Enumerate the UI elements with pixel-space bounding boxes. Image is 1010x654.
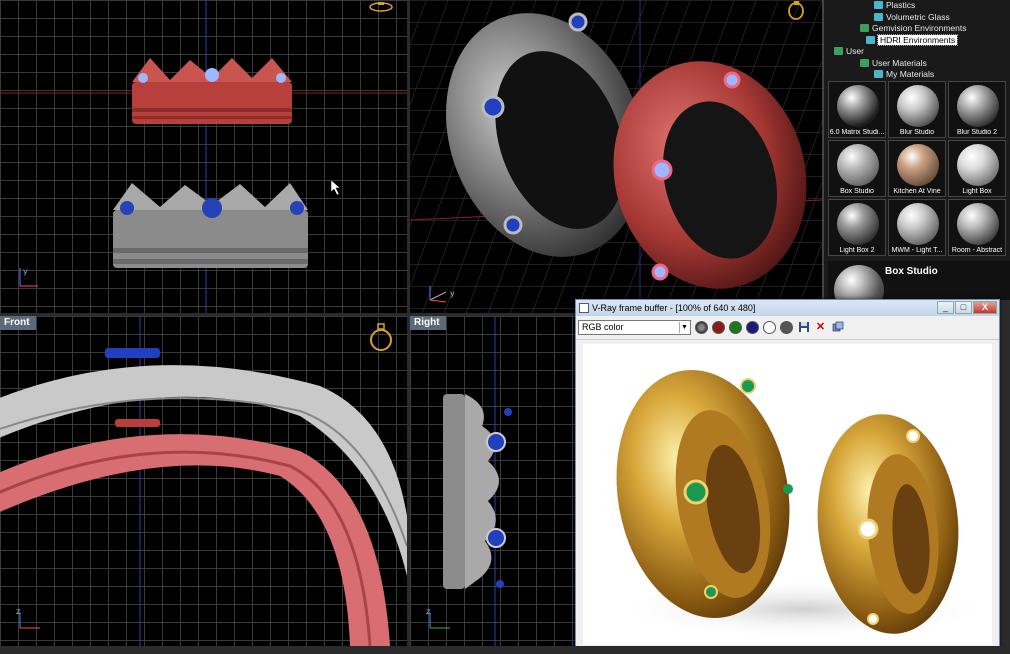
material-swatch[interactable]: Box Studio xyxy=(828,140,886,197)
red-channel-button[interactable] xyxy=(712,321,725,334)
vray-window-title: V-Ray frame buffer - [100% of 640 x 480] xyxy=(592,303,756,313)
chevron-down-icon: ▼ xyxy=(679,322,689,333)
viewport-label-right[interactable]: Right xyxy=(410,316,446,330)
material-preview: Box Studio xyxy=(828,261,1010,300)
viewport-perspective[interactable]: y xyxy=(410,0,822,313)
axis-gizmo-icon: y xyxy=(19,267,38,287)
front-view-scene xyxy=(0,316,407,646)
ring-gizmo-icon[interactable] xyxy=(368,1,394,13)
svg-text:y: y xyxy=(23,267,28,276)
material-swatch[interactable]: Room - Abstract xyxy=(948,199,1006,256)
material-swatch[interactable]: Kitchen At Vine xyxy=(888,140,946,197)
duplicate-icon[interactable] xyxy=(831,321,844,334)
folder-icon xyxy=(834,47,843,55)
folder-icon xyxy=(866,35,875,44)
vray-frame-buffer-window: V-Ray frame buffer - [100% of 640 x 480]… xyxy=(575,299,1000,649)
axis-gizmo-icon: z xyxy=(426,607,450,629)
tree-item-my-materials[interactable]: My Materials xyxy=(826,69,1008,81)
tree-item-user-materials[interactable]: User Materials xyxy=(826,58,1008,70)
svg-text:z: z xyxy=(426,607,430,616)
gold-rings-render xyxy=(613,370,992,639)
green-channel-button[interactable] xyxy=(729,321,742,334)
material-preview-name: Box Studio xyxy=(885,266,938,277)
minimize-button[interactable]: _ xyxy=(937,301,954,314)
tree-item-volumetric-glass[interactable]: Volumetric Glass xyxy=(826,12,1008,24)
material-swatch[interactable]: 6.0 Matrix Studi... xyxy=(828,81,886,138)
material-library-panel: Plastics Volumetric Glass Gemvision Envi… xyxy=(822,0,1010,300)
status-strip xyxy=(0,646,1010,654)
clear-image-icon[interactable]: ✕ xyxy=(814,321,827,334)
silver-crown-ring xyxy=(113,183,308,268)
tree-item-hdri-environments[interactable]: HDRI Environments xyxy=(826,33,1008,47)
material-swatch[interactable]: MWM - Light T... xyxy=(888,199,946,256)
material-preview-ball xyxy=(834,265,884,300)
vray-app-icon xyxy=(579,303,589,313)
material-swatch[interactable]: Light Box 2 xyxy=(828,199,886,256)
svg-text:y: y xyxy=(450,289,455,298)
track-mouse-icon[interactable] xyxy=(695,321,708,334)
render-output-image xyxy=(583,344,992,645)
folder-icon xyxy=(874,70,883,78)
vray-toolbar: RGB color ▼ ✕ xyxy=(576,316,999,340)
silver-crown-side xyxy=(443,394,512,589)
red-band-front xyxy=(0,419,390,646)
top-view-scene xyxy=(0,0,407,313)
red-crown-ring xyxy=(132,58,292,124)
ring-gizmo-icon[interactable] xyxy=(785,0,807,20)
material-swatch[interactable]: Blur Studio 2 xyxy=(948,81,1006,138)
close-button[interactable]: X xyxy=(973,301,997,314)
material-swatch[interactable]: Blur Studio xyxy=(888,81,946,138)
viewport-top-left[interactable]: y xyxy=(0,0,407,313)
perspective-scene xyxy=(410,0,822,313)
folder-icon xyxy=(874,12,883,21)
material-tree: Plastics Volumetric Glass Gemvision Envi… xyxy=(824,0,1010,81)
folder-icon xyxy=(874,1,883,9)
tree-item-user[interactable]: User xyxy=(826,46,1008,58)
viewport-front[interactable]: Front z xyxy=(0,316,407,646)
folder-icon xyxy=(860,58,869,67)
vray-title-bar[interactable]: V-Ray frame buffer - [100% of 640 x 480]… xyxy=(576,300,999,316)
material-swatch[interactable]: Light Box xyxy=(948,140,1006,197)
ring-gizmo-icon[interactable] xyxy=(368,320,394,354)
axis-gizmo-icon: y xyxy=(429,286,455,303)
channel-select[interactable]: RGB color ▼ xyxy=(578,320,691,335)
tree-item-plastics[interactable]: Plastics xyxy=(826,0,1008,12)
save-icon[interactable] xyxy=(797,321,810,334)
material-swatch-grid: 6.0 Matrix Studi... Blur Studio Blur Stu… xyxy=(828,81,1010,256)
alpha-channel-button[interactable] xyxy=(763,321,776,334)
folder-icon xyxy=(860,24,869,32)
maximize-button[interactable]: □ xyxy=(955,301,972,314)
tree-item-gemvision-environments[interactable]: Gemvision Environments xyxy=(826,23,1008,35)
monochrome-button[interactable] xyxy=(780,321,793,334)
svg-text:z: z xyxy=(16,607,20,616)
viewport-label-front[interactable]: Front xyxy=(0,316,36,330)
blue-channel-button[interactable] xyxy=(746,321,759,334)
axis-gizmo-icon: z xyxy=(16,607,40,629)
